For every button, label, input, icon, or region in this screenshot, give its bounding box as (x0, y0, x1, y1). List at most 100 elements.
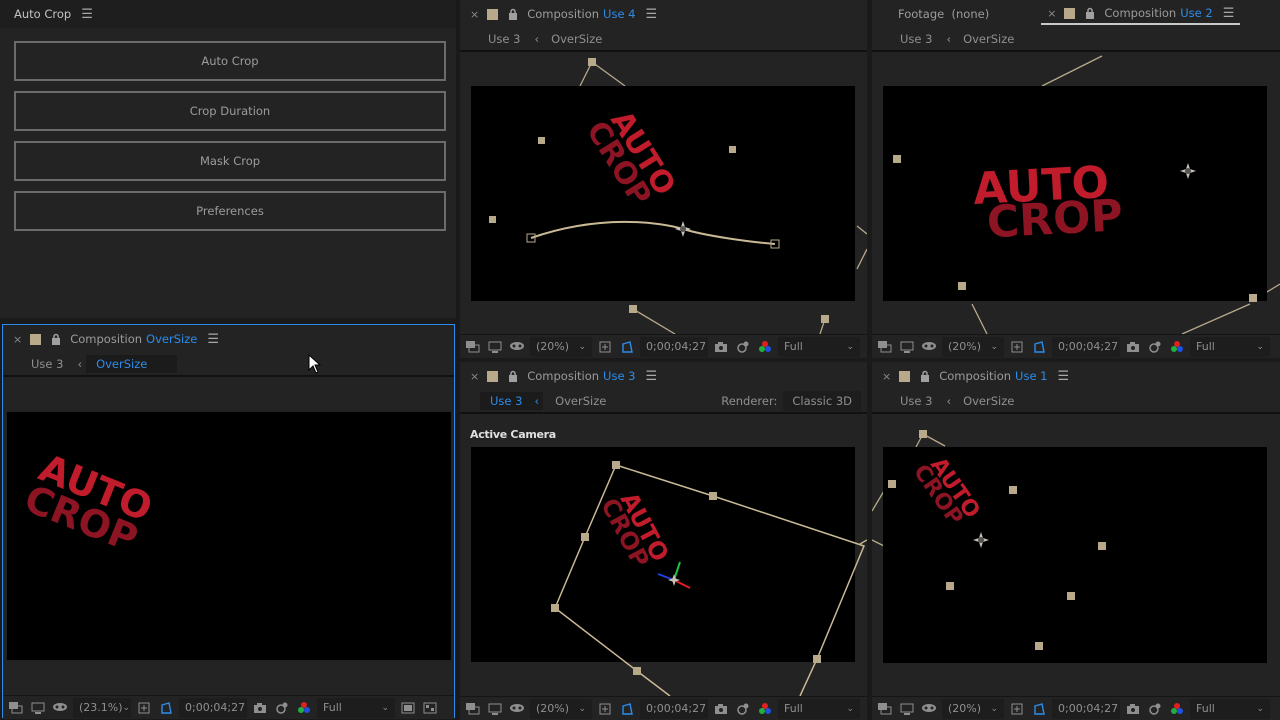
vertex-handle[interactable] (588, 58, 596, 66)
mask-crop-button[interactable]: Mask Crop (14, 141, 446, 181)
vertex-handle[interactable] (538, 137, 545, 144)
snapshot-camera-icon[interactable] (1124, 700, 1142, 718)
close-icon[interactable]: × (470, 370, 479, 383)
resolution-dropdown[interactable]: Full ⌄ (1190, 698, 1270, 719)
always-preview-icon[interactable] (7, 699, 25, 717)
comp-frame[interactable]: AUTO CROP (7, 412, 451, 660)
resolution-dropdown[interactable]: Full ⌄ (778, 336, 860, 357)
lock-icon[interactable] (50, 333, 62, 345)
transparency-grid-icon[interactable] (1030, 700, 1048, 718)
vertex-handle[interactable] (581, 533, 589, 541)
monitor-icon[interactable] (486, 700, 504, 718)
mask-visibility-icon[interactable] (51, 699, 69, 717)
composition-tab-use1[interactable]: × Composition Use 1 ☰ (872, 362, 1075, 390)
label-color-swatch[interactable] (1064, 7, 1076, 19)
composition-tab-use2[interactable]: × Composition Use 2 ☰ (1041, 3, 1241, 25)
magnification-dropdown[interactable]: (20%) ⌄ (942, 698, 1004, 719)
chevron-left-icon[interactable]: ‹ (534, 32, 539, 46)
preferences-button[interactable]: Preferences (14, 191, 446, 231)
composition-tab-use4[interactable]: × Composition Use 4 ☰ (460, 0, 663, 28)
footage-tab[interactable]: Footage (none) (872, 0, 995, 28)
breadcrumb-oversize[interactable]: OverSize (955, 30, 1022, 48)
vertex-handle[interactable] (893, 155, 901, 163)
breadcrumb-use3[interactable]: Use 3 (23, 355, 71, 373)
auto-crop-button[interactable]: Auto Crop (14, 41, 446, 81)
viewer-canvas[interactable]: AUTO CROP (872, 54, 1280, 334)
lock-icon[interactable] (919, 370, 931, 382)
vertex-handle[interactable] (919, 430, 927, 438)
vertex-handle[interactable] (821, 315, 829, 323)
chevron-left-icon[interactable]: ‹ (946, 32, 951, 46)
monitor-icon[interactable] (486, 338, 504, 356)
snapshot-camera-icon[interactable] (712, 338, 730, 356)
timecode-field[interactable]: 0;00;04;27 (179, 697, 247, 718)
timecode-field[interactable]: 0;00;04;27 (1052, 698, 1120, 719)
channels-rgb-icon[interactable] (756, 700, 774, 718)
snapshot-camera-icon[interactable] (251, 699, 269, 717)
label-color-swatch[interactable] (899, 370, 911, 382)
vertex-handle[interactable] (946, 582, 954, 590)
show-snapshot-icon[interactable] (273, 699, 291, 717)
mask-visibility-icon[interactable] (920, 338, 938, 356)
monitor-icon[interactable] (898, 338, 916, 356)
vertex-handle[interactable] (489, 216, 496, 223)
breadcrumb-use3[interactable]: Use 3 (892, 30, 940, 48)
always-preview-icon[interactable] (464, 338, 482, 356)
viewer-canvas[interactable]: AUTO CROP (872, 416, 1280, 696)
resolution-dropdown[interactable]: Full ⌄ (317, 697, 395, 718)
panel-menu-icon[interactable]: ☰ (646, 7, 658, 22)
chevron-left-icon[interactable]: ‹ (530, 392, 544, 410)
breadcrumb-oversize[interactable]: OverSize (955, 392, 1022, 410)
vertex-handle[interactable] (1035, 642, 1043, 650)
vertex-handle[interactable] (1249, 294, 1257, 302)
snapshot-camera-icon[interactable] (712, 700, 730, 718)
vertex-handle[interactable] (551, 604, 559, 612)
breadcrumb-oversize[interactable]: OverSize (547, 392, 614, 410)
vertex-handle[interactable] (813, 655, 821, 663)
always-preview-icon[interactable] (464, 700, 482, 718)
mask-visibility-icon[interactable] (920, 700, 938, 718)
panel-menu-icon[interactable]: ☰ (207, 332, 219, 347)
vertex-handle[interactable] (629, 305, 637, 313)
monitor-icon[interactable] (29, 699, 47, 717)
show-snapshot-icon[interactable] (1146, 700, 1164, 718)
renderer-dropdown[interactable]: Classic 3D (783, 391, 861, 411)
resolution-dropdown[interactable]: Full ⌄ (778, 698, 860, 719)
breadcrumb-use3[interactable]: Use 3 (480, 30, 528, 48)
region-of-interest-icon[interactable] (1008, 700, 1026, 718)
lock-icon[interactable] (507, 8, 519, 20)
transparency-grid-icon[interactable] (1030, 338, 1048, 356)
magnification-dropdown[interactable]: (20%) ⌄ (530, 336, 592, 357)
transparency-grid-icon[interactable] (618, 338, 636, 356)
region-of-interest-icon[interactable] (1008, 338, 1026, 356)
panel-menu-icon[interactable]: ☰ (646, 369, 658, 384)
region-of-interest-icon[interactable] (596, 338, 614, 356)
lock-icon[interactable] (507, 370, 519, 382)
region-of-interest-icon[interactable] (596, 700, 614, 718)
magnification-dropdown[interactable]: (20%) ⌄ (530, 698, 592, 719)
label-color-swatch[interactable] (487, 370, 499, 382)
mask-visibility-icon[interactable] (508, 338, 526, 356)
vertex-handle[interactable] (1067, 592, 1075, 600)
label-color-swatch[interactable] (30, 333, 42, 345)
panel-menu-icon[interactable]: ☰ (1058, 369, 1070, 384)
chevron-left-icon[interactable]: ‹ (77, 357, 82, 371)
always-preview-icon[interactable] (876, 700, 894, 718)
composition-tab-use3[interactable]: × Composition Use 3 ☰ (460, 362, 663, 390)
breadcrumb-oversize[interactable]: OverSize (543, 30, 610, 48)
close-icon[interactable]: × (882, 370, 891, 383)
timecode-field[interactable]: 0;00;04;27 (1052, 336, 1120, 357)
show-snapshot-icon[interactable] (734, 338, 752, 356)
autocrop-tab[interactable]: Auto Crop ☰ (0, 0, 99, 28)
label-color-swatch[interactable] (487, 8, 499, 20)
vertex-handle[interactable] (709, 492, 717, 500)
show-snapshot-icon[interactable] (1146, 338, 1164, 356)
timecode-field[interactable]: 0;00;04;27 (640, 698, 708, 719)
vertex-handle[interactable] (612, 461, 620, 469)
close-icon[interactable]: × (1047, 7, 1056, 20)
fast-previews-icon[interactable] (399, 699, 417, 717)
transparency-grid-icon[interactable] (618, 700, 636, 718)
vertex-handle[interactable] (1098, 542, 1106, 550)
breadcrumb-oversize[interactable]: OverSize (86, 355, 178, 373)
magnification-dropdown[interactable]: (23.1%) ⌄ (73, 697, 131, 718)
